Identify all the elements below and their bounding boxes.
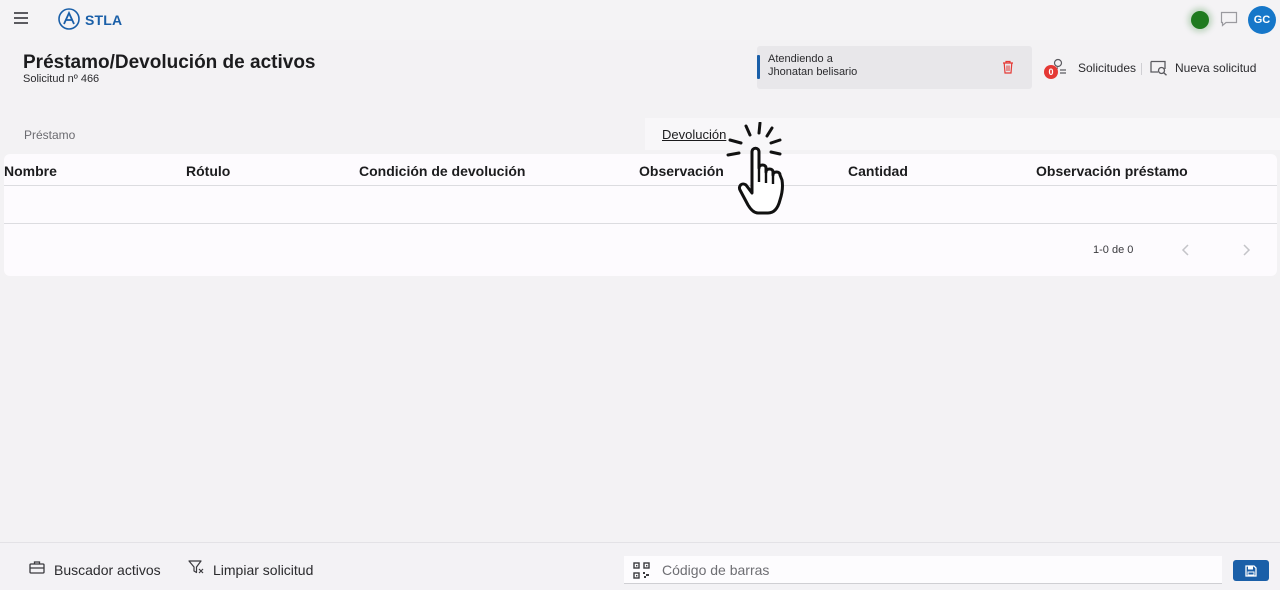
hamburger-icon[interactable]	[14, 12, 28, 24]
column-header-observacion-prestamo[interactable]: Observación préstamo	[1036, 163, 1188, 179]
stla-logo[interactable]	[58, 8, 80, 30]
pagination-range: 1-0 de 0	[1093, 244, 1134, 256]
return-items-table: Nombre Rótulo Condición de devolución Ob…	[4, 154, 1277, 276]
tab-devolucion-label: Devolución	[662, 127, 727, 142]
briefcase-icon	[29, 561, 45, 574]
column-header-nombre[interactable]: Nombre	[4, 163, 57, 179]
table-header: Nombre Rótulo Condición de devolución Ob…	[4, 154, 1277, 186]
attending-panel: Atendiendo a Jhonatan belisario	[757, 46, 1032, 89]
new-request-icon	[1150, 60, 1167, 76]
column-header-rotulo[interactable]: Rótulo	[186, 163, 230, 179]
qr-code-icon[interactable]	[633, 562, 650, 579]
solicitudes-label: Solicitudes	[1078, 61, 1137, 75]
tab-prestamo[interactable]: Préstamo	[0, 118, 640, 150]
clear-request-label: Limpiar solicitud	[213, 562, 314, 578]
user-avatar[interactable]: GC	[1248, 6, 1276, 34]
table-empty-row	[4, 187, 1277, 224]
column-header-observacion[interactable]: Observación	[639, 163, 724, 179]
chevron-left-icon[interactable]	[1180, 243, 1192, 257]
click-hand-icon	[726, 122, 784, 215]
solicitudes-count-badge: 0	[1044, 65, 1058, 79]
barcode-input[interactable]	[662, 556, 1212, 583]
online-status-indicator	[1191, 11, 1209, 29]
attending-person: Jhonatan belisario	[768, 66, 858, 78]
asset-search-label: Buscador activos	[54, 562, 161, 578]
attending-accent-bar	[757, 55, 760, 79]
top-bar: STLA GC	[0, 0, 1280, 40]
save-button[interactable]	[1233, 560, 1269, 581]
attending-label: Atendiendo a	[768, 53, 833, 65]
chat-icon[interactable]	[1220, 11, 1238, 27]
column-header-condicion[interactable]: Condición de devolución	[359, 163, 525, 179]
request-number: Solicitud nº 466	[23, 73, 100, 85]
page-title: Préstamo/Devolución de activos	[23, 52, 316, 73]
actions-divider	[1141, 63, 1142, 75]
brand-name: STLA	[85, 12, 123, 28]
chevron-right-icon[interactable]	[1240, 243, 1252, 257]
tab-prestamo-label: Préstamo	[24, 128, 76, 142]
bottom-toolbar: Buscador activos Limpiar solicitud	[0, 542, 1280, 590]
new-request-label: Nueva solicitud	[1175, 61, 1257, 75]
trash-icon[interactable]	[1002, 60, 1014, 74]
filter-clear-icon	[188, 560, 204, 574]
column-header-cantidad[interactable]: Cantidad	[848, 163, 908, 179]
save-icon	[1245, 564, 1257, 577]
barcode-field	[624, 556, 1222, 584]
